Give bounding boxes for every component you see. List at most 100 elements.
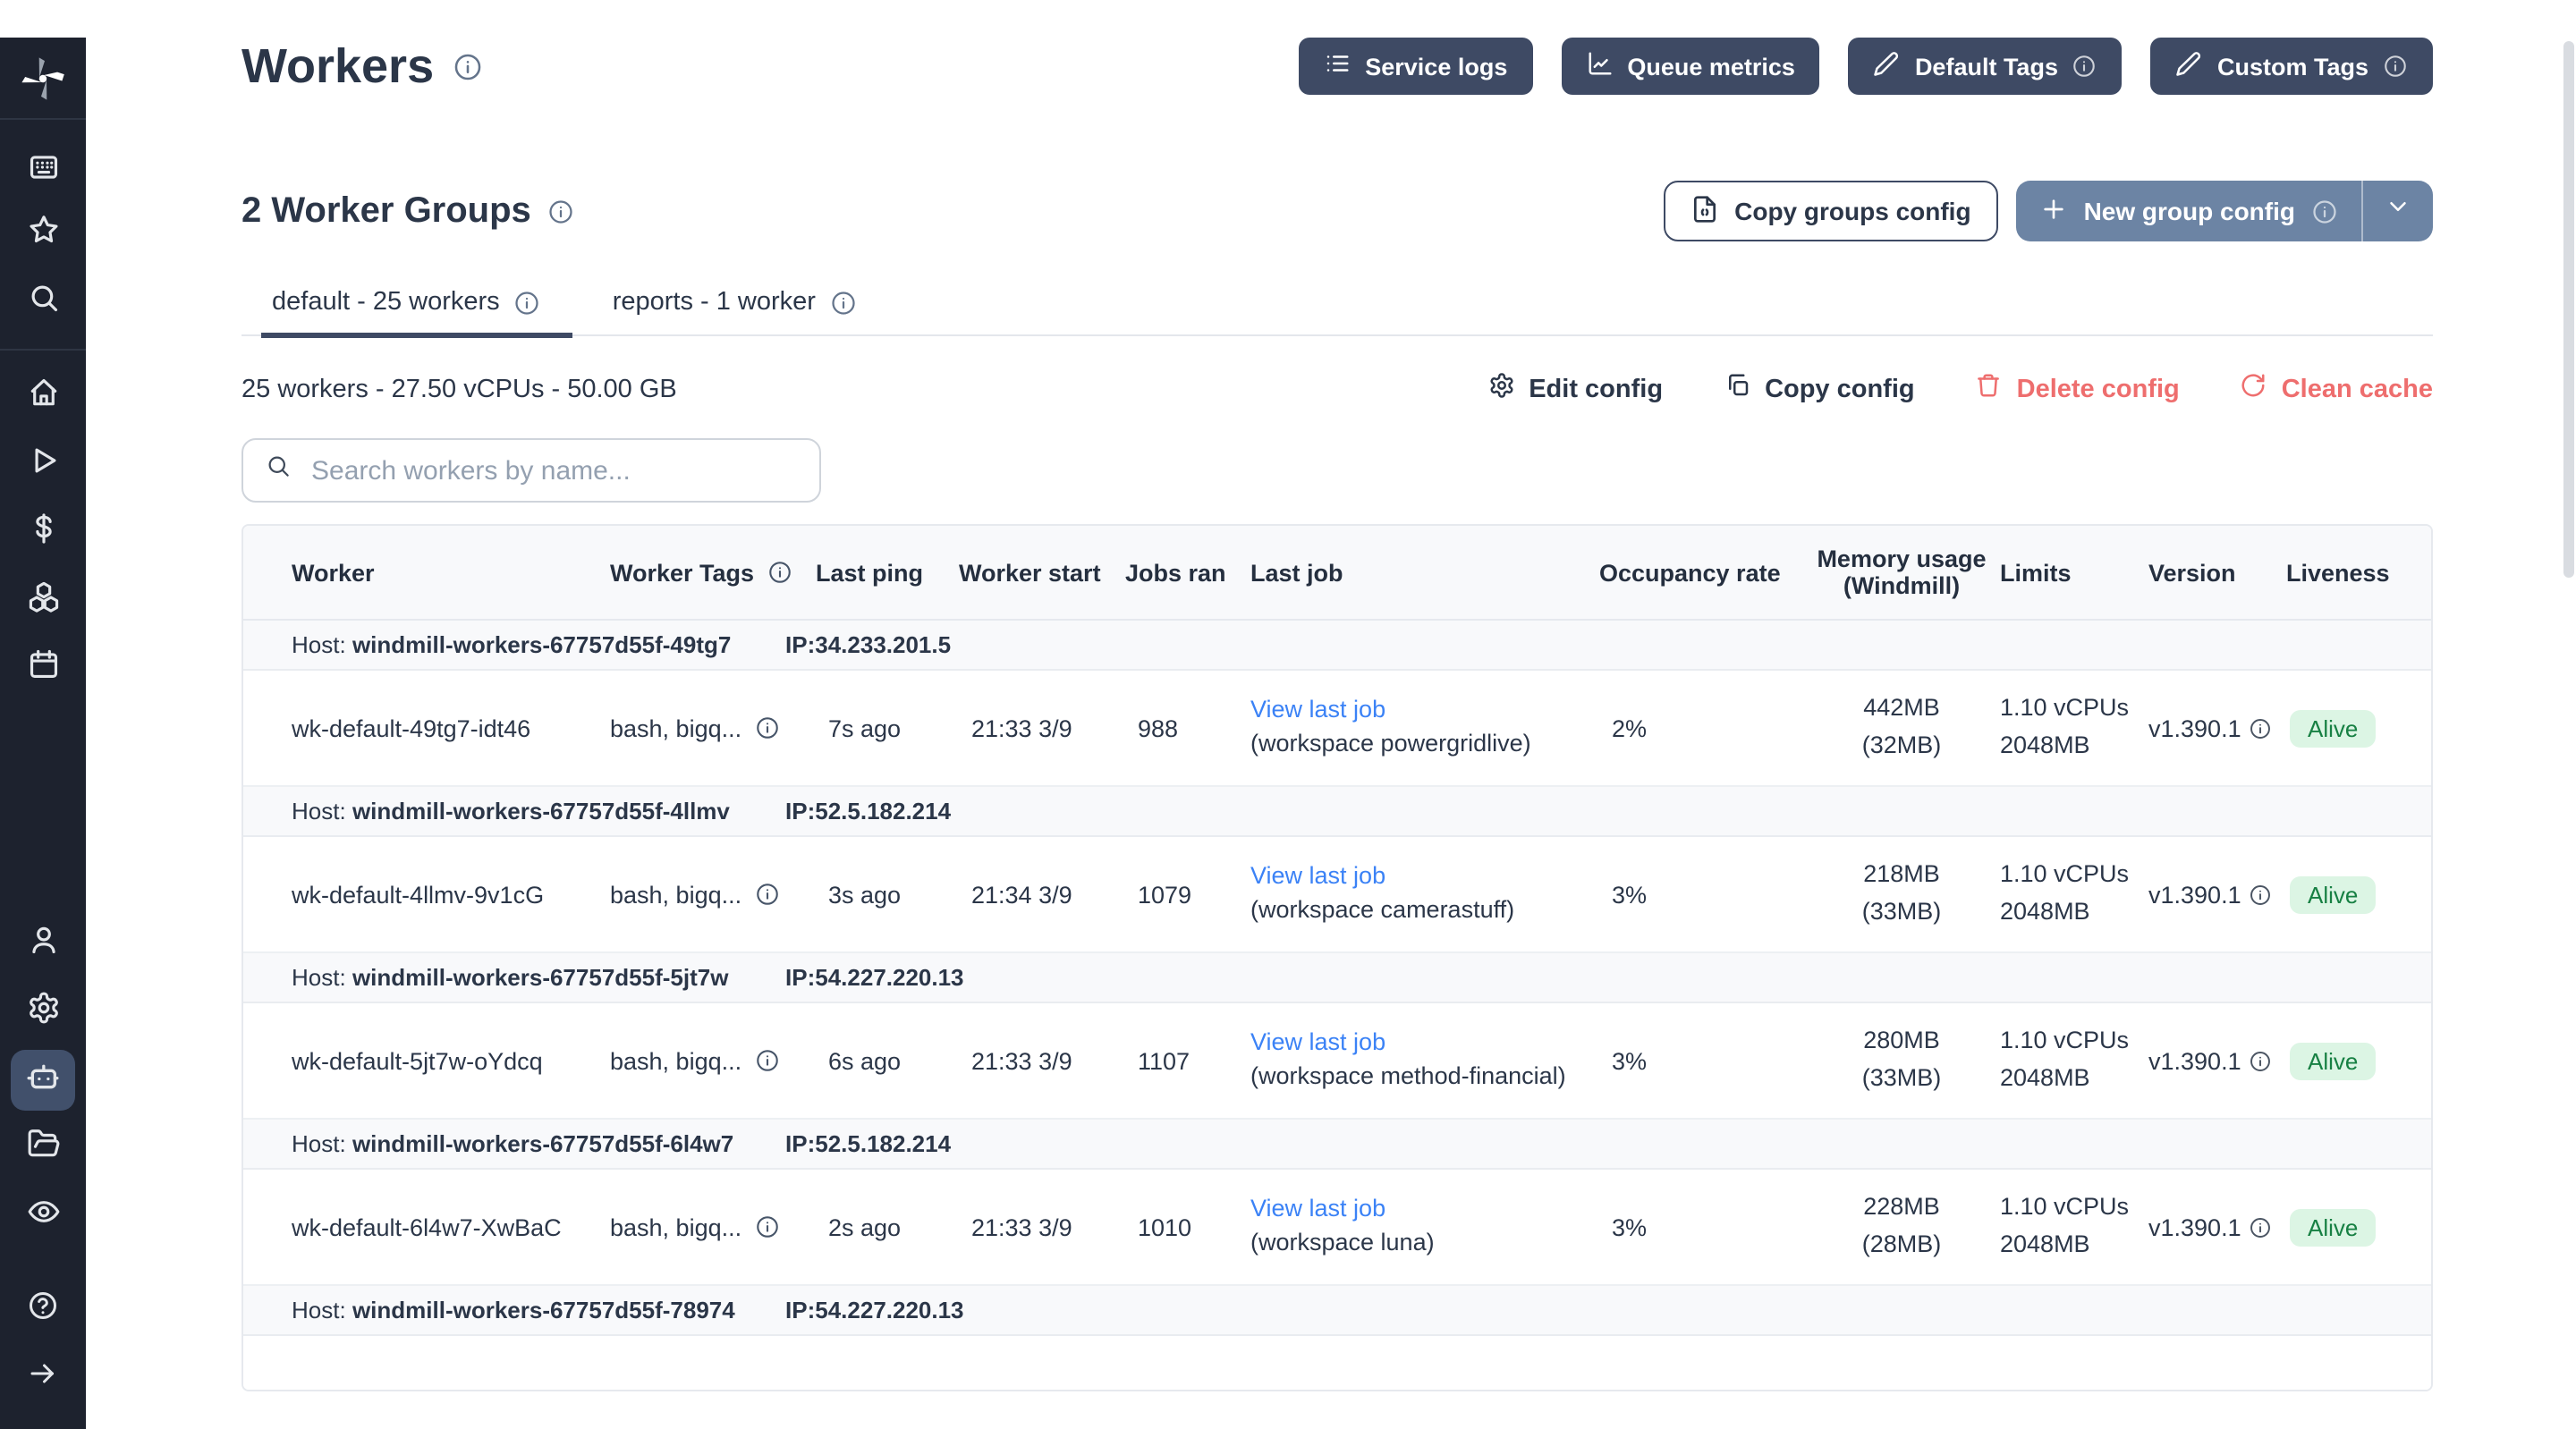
- sidebar-collapse[interactable]: [11, 1347, 75, 1408]
- view-last-job-link[interactable]: View last job: [1250, 862, 1385, 889]
- play-icon: [26, 444, 60, 486]
- sidebar-item-folders[interactable]: [11, 1118, 75, 1179]
- col-worker: Worker: [243, 559, 610, 586]
- view-last-job-link[interactable]: View last job: [1250, 1195, 1385, 1222]
- jobs-ran: 1079: [1125, 881, 1250, 908]
- windmill-logo[interactable]: [0, 38, 86, 118]
- info-icon[interactable]: [830, 289, 857, 316]
- new-group-config-dropdown[interactable]: [2363, 181, 2433, 241]
- info-icon[interactable]: [2249, 1049, 2272, 1072]
- host-label: Host:: [292, 1130, 346, 1157]
- host-row: Host: windmill-workers-67757d55f-49tg7 I…: [243, 621, 2431, 671]
- calendar-icon: [26, 647, 60, 690]
- star-icon: [26, 213, 60, 256]
- info-icon: [2383, 54, 2408, 79]
- new-group-config-button[interactable]: New group config: [2016, 181, 2361, 241]
- copy-groups-config-button[interactable]: Copy groups config: [1663, 181, 1997, 241]
- new-group-config-button-group: New group config: [2016, 181, 2433, 241]
- tab-default[interactable]: default - 25 workers: [272, 288, 559, 334]
- sidebar-item-variables[interactable]: [11, 503, 75, 563]
- liveness-badge: Alive: [2290, 709, 2376, 747]
- view-last-job-link[interactable]: View last job: [1250, 1028, 1385, 1055]
- file-code-icon: [1690, 194, 1718, 228]
- occupancy-rate: 3%: [1599, 1213, 1803, 1240]
- sidebar-item-audit-logs[interactable]: [11, 1186, 75, 1247]
- table-body: Host: windmill-workers-67757d55f-49tg7 I…: [243, 621, 2431, 1336]
- worker-start: 21:33 3/9: [959, 1047, 1125, 1074]
- sidebar-item-workers[interactable]: [11, 1050, 75, 1111]
- worker-name: wk-default-4llmv-9v1cG: [243, 881, 610, 908]
- sidebar-item-favorites[interactable]: [11, 204, 75, 265]
- worker-start: 21:33 3/9: [959, 1213, 1125, 1240]
- info-icon[interactable]: [2249, 716, 2272, 740]
- sidebar-item-apps[interactable]: [11, 136, 75, 197]
- info-icon[interactable]: [514, 289, 541, 316]
- info-icon[interactable]: [2249, 1215, 2272, 1239]
- info-icon[interactable]: [452, 51, 482, 81]
- clean-cache-button[interactable]: Clean cache: [2241, 372, 2433, 406]
- user-icon: [26, 923, 60, 966]
- worker-name: wk-default-49tg7-idt46: [243, 714, 610, 741]
- sidebar-item-resources[interactable]: [11, 571, 75, 631]
- sidebar-group-admin: [11, 898, 75, 1263]
- limit-memory: 2048MB: [2000, 728, 2148, 765]
- copy-config-button[interactable]: Copy config: [1724, 372, 1915, 406]
- tab-reports[interactable]: reports - 1 worker: [613, 288, 875, 334]
- info-icon: [2072, 54, 2097, 79]
- col-occupancy-rate: Occupancy rate: [1599, 559, 1803, 586]
- sidebar-item-help[interactable]: [11, 1279, 75, 1340]
- col-last-job: Last job: [1250, 559, 1599, 586]
- host-label: Host:: [292, 631, 346, 658]
- memory-usage: 228MB: [1803, 1189, 2000, 1227]
- info-icon[interactable]: [754, 882, 779, 907]
- worker-row: wk-default-49tg7-idt46 bash, bigq... 7s …: [243, 671, 2431, 787]
- refresh-icon: [2241, 372, 2267, 406]
- info-icon[interactable]: [754, 715, 779, 740]
- default-tags-button[interactable]: Default Tags: [1849, 38, 2123, 95]
- limit-vcpus: 1.10 vCPUs: [2000, 1023, 2148, 1061]
- view-last-job-link[interactable]: View last job: [1250, 696, 1385, 723]
- host-ip: 54.227.220.13: [815, 1297, 963, 1323]
- config-actions: Edit config Copy config Delete config Cl…: [1487, 372, 2433, 406]
- jobs-ran: 1010: [1125, 1213, 1250, 1240]
- info-icon[interactable]: [2249, 883, 2272, 906]
- info-icon[interactable]: [547, 198, 574, 224]
- gear-icon: [26, 991, 60, 1034]
- chart-icon: [1586, 50, 1613, 82]
- scrollbar-thumb[interactable]: [2563, 41, 2574, 578]
- delete-config-button[interactable]: Delete config: [1976, 372, 2180, 406]
- robot-worker-icon: [25, 1058, 61, 1103]
- sidebar-item-settings[interactable]: [11, 982, 75, 1043]
- folder-icon: [26, 1127, 60, 1170]
- worker-name: wk-default-5jt7w-oYdcq: [243, 1047, 610, 1074]
- sidebar-item-home[interactable]: [11, 367, 75, 427]
- arrow-right-icon: [27, 1357, 59, 1398]
- info-icon[interactable]: [754, 1048, 779, 1073]
- queue-metrics-button[interactable]: Queue metrics: [1561, 38, 1820, 95]
- custom-tags-button[interactable]: Custom Tags: [2151, 38, 2433, 95]
- service-logs-button[interactable]: Service logs: [1299, 38, 1532, 95]
- sidebar-item-search[interactable]: [11, 272, 75, 333]
- worker-tags: bash, bigq...: [610, 714, 741, 741]
- sidebar-group-top: [11, 120, 75, 349]
- edit-config-button[interactable]: Edit config: [1487, 372, 1663, 406]
- col-limits: Limits: [2000, 559, 2148, 586]
- info-icon[interactable]: [754, 1214, 779, 1239]
- host-name: windmill-workers-67757d55f-49tg7: [352, 631, 731, 658]
- worker-start: 21:34 3/9: [959, 881, 1125, 908]
- host-ip: 52.5.182.214: [815, 1130, 951, 1157]
- search-input[interactable]: [308, 453, 798, 487]
- info-icon[interactable]: [767, 560, 792, 585]
- sidebar-item-users[interactable]: [11, 914, 75, 975]
- limit-vcpus: 1.10 vCPUs: [2000, 690, 2148, 728]
- sidebar-item-runs[interactable]: [11, 435, 75, 495]
- memory-usage-windmill: (33MB): [1803, 1061, 2000, 1098]
- home-icon: [26, 376, 60, 419]
- workers-page: Workers Service logs Queue metrics Defau…: [0, 38, 2576, 1429]
- search-box: [242, 438, 821, 503]
- sidebar-item-schedules[interactable]: [11, 638, 75, 699]
- host-name: windmill-workers-67757d55f-6l4w7: [352, 1130, 733, 1157]
- jobs-ran: 1107: [1125, 1047, 1250, 1074]
- col-last-ping: Last ping: [816, 559, 959, 586]
- host-name: windmill-workers-67757d55f-78974: [352, 1297, 735, 1323]
